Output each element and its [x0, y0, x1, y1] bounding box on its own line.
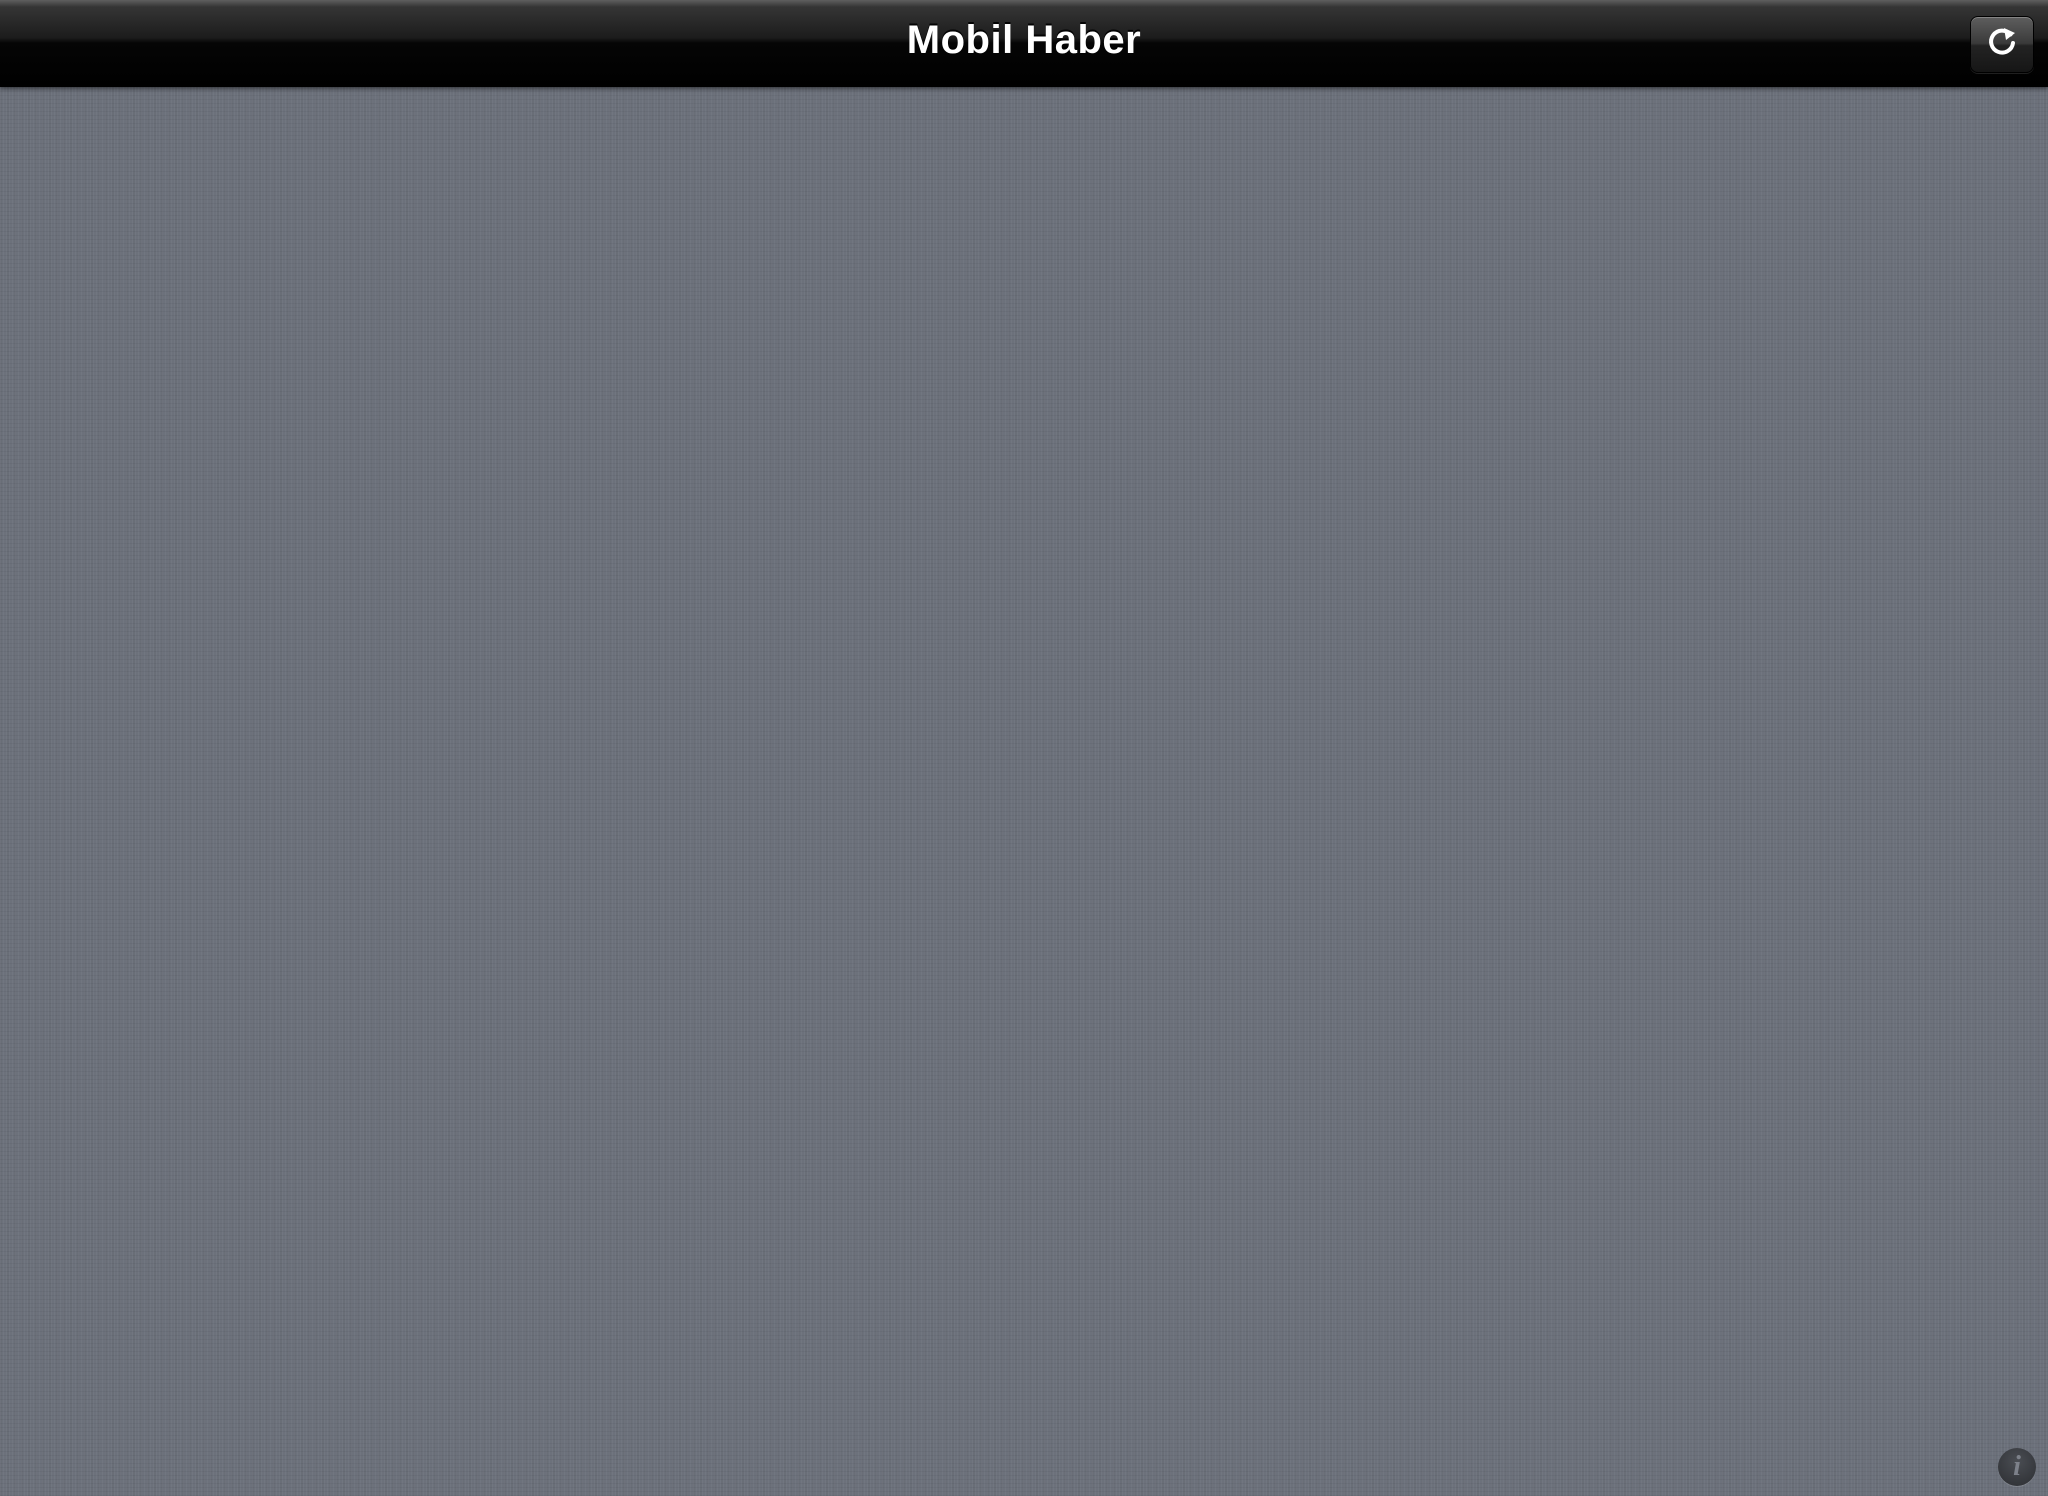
refresh-icon: [1984, 24, 2020, 65]
info-button[interactable]: i: [1998, 1448, 2036, 1486]
navigation-bar: Mobil Haber: [0, 0, 2048, 87]
refresh-button[interactable]: [1970, 16, 2034, 73]
info-icon: i: [2013, 1451, 2021, 1482]
app-window: Mobil Haber i: [0, 0, 2048, 1496]
page-title: Mobil Haber: [906, 18, 1142, 62]
